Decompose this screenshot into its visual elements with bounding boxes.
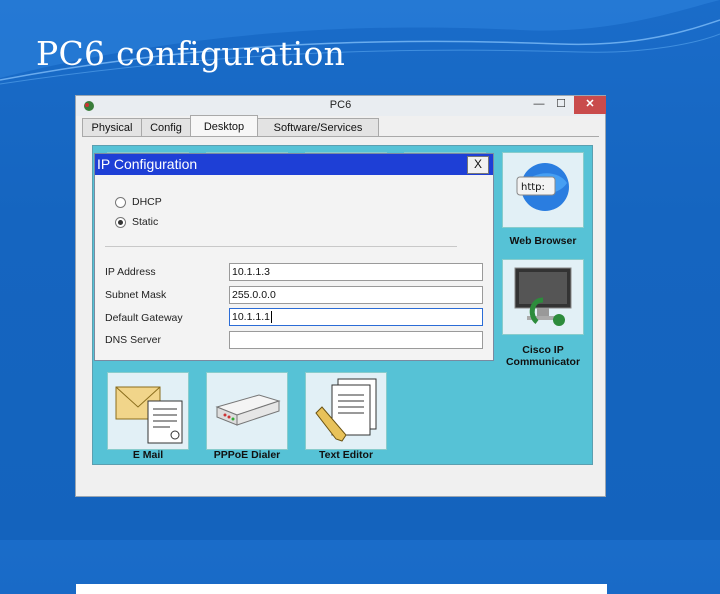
pppoe-dialer-tile[interactable]: [206, 372, 288, 450]
ip-address-label: IP Address: [105, 266, 156, 278]
static-radio[interactable]: [115, 216, 126, 228]
tab-desktop[interactable]: Desktop: [190, 115, 258, 137]
pppoe-dialer-icon: [215, 394, 281, 426]
dialog-close-button[interactable]: X: [467, 156, 489, 174]
default-gateway-field[interactable]: 10.1.1.1: [229, 308, 483, 326]
dialog-title: IP Configuration: [97, 156, 198, 172]
window-bottom-strip: [76, 584, 607, 594]
tab-software-services[interactable]: Software/Services: [257, 118, 379, 137]
slide-title: PC6 configuration: [36, 34, 346, 73]
window-title: PC6: [329, 99, 352, 111]
subnet-mask-field[interactable]: 255.0.0.0: [229, 286, 483, 304]
dialog-separator: [105, 246, 457, 247]
cisco-ip-communicator-tile[interactable]: [502, 259, 584, 335]
tab-divider: [82, 136, 599, 137]
dialog-titlebar[interactable]: IP Configuration X: [95, 154, 493, 175]
email-tile[interactable]: [107, 372, 189, 450]
default-gateway-label: Default Gateway: [105, 312, 183, 324]
web-browser-icon: http:: [516, 163, 569, 211]
text-editor-tile[interactable]: [305, 372, 387, 450]
cisco-ip-communicator-label: Cisco IP Communicator: [505, 344, 581, 368]
cisco-ip-communicator-icon: [514, 267, 572, 326]
close-button[interactable]: ✕: [574, 96, 606, 114]
text-caret: [270, 311, 272, 324]
dns-server-label: DNS Server: [105, 334, 162, 346]
web-browser-label: Web Browser: [509, 235, 577, 247]
web-browser-icon-text: http:: [521, 182, 545, 193]
text-editor-label: Text Editor: [318, 449, 374, 461]
dhcp-radio[interactable]: [115, 196, 126, 208]
email-icon: [115, 386, 183, 444]
ip-configuration-dialog: IP Configuration X DHCP Static IP Addres…: [94, 153, 494, 361]
pppoe-dialer-label: PPPoE Dialer: [213, 449, 281, 461]
maximize-button[interactable]: ☐: [550, 96, 572, 114]
dhcp-label: DHCP: [132, 196, 162, 208]
static-label: Static: [132, 216, 159, 228]
subnet-mask-label: Subnet Mask: [105, 289, 167, 301]
tab-config[interactable]: Config: [141, 118, 191, 137]
ip-address-field[interactable]: 10.1.1.3: [229, 263, 483, 281]
web-browser-tile[interactable]: http:: [502, 152, 584, 228]
text-editor-icon: [315, 378, 377, 442]
tab-physical[interactable]: Physical: [82, 118, 142, 137]
minimize-button[interactable]: —: [528, 96, 550, 114]
default-gateway-value: 10.1.1.1: [232, 311, 270, 323]
window-titlebar[interactable]: PC6 — ☐ ✕: [76, 96, 606, 116]
dns-server-field[interactable]: [229, 331, 483, 349]
static-option[interactable]: Static: [115, 216, 158, 228]
email-label: E Mail: [132, 449, 164, 461]
dhcp-option[interactable]: DHCP: [115, 196, 162, 208]
